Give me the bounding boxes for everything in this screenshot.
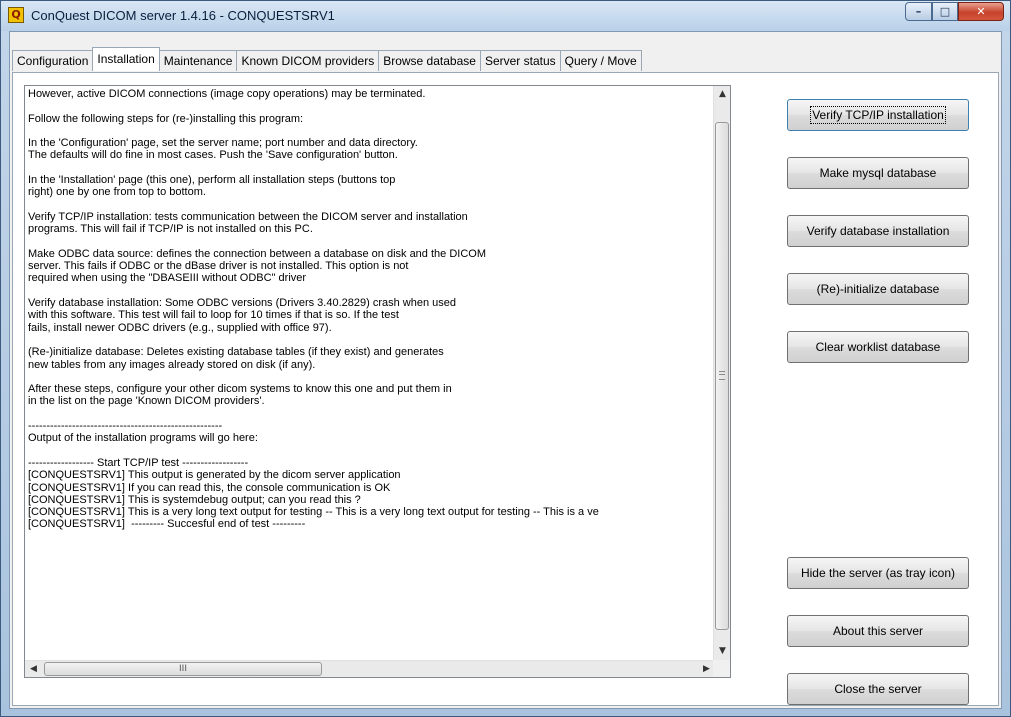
vertical-scroll-thumb[interactable] (715, 122, 729, 630)
installation-log-textarea[interactable]: However, active DICOM connections (image… (24, 85, 731, 678)
scroll-left-arrow-icon[interactable]: ◀ (25, 661, 42, 677)
title-bar[interactable]: Q ConQuest DICOM server 1.4.16 - CONQUES… (1, 1, 1010, 31)
tab-configuration[interactable]: Configuration (12, 50, 94, 71)
installation-log-text[interactable]: However, active DICOM connections (image… (28, 88, 706, 660)
scroll-up-arrow-icon[interactable]: ▲ (714, 86, 730, 103)
client-area: Configuration Installation Maintenance K… (9, 31, 1002, 709)
scroll-down-arrow-icon[interactable]: ▼ (714, 643, 730, 660)
verify-tcpip-button[interactable]: Verify TCP/IP installation (787, 99, 969, 131)
make-mysql-database-button[interactable]: Make mysql database (787, 157, 969, 189)
tab-browse-database[interactable]: Browse database (378, 50, 481, 71)
conquest-app-icon[interactable]: Q (8, 7, 24, 23)
hide-server-button[interactable]: Hide the server (as tray icon) (787, 557, 969, 589)
tab-query-move[interactable]: Query / Move (559, 50, 642, 71)
installation-page: However, active DICOM connections (image… (12, 72, 999, 706)
verify-database-installation-button[interactable]: Verify database installation (787, 215, 969, 247)
close-server-button[interactable]: Close the server (787, 673, 969, 705)
verify-tcpip-label: Verify TCP/IP installation (810, 106, 946, 124)
tab-known-dicom-providers[interactable]: Known DICOM providers (236, 50, 380, 71)
window-title: ConQuest DICOM server 1.4.16 - CONQUESTS… (31, 8, 335, 23)
close-window-button[interactable]: ✕ (958, 2, 1004, 21)
reinitialize-database-button[interactable]: (Re)-initialize database (787, 273, 969, 305)
about-server-button[interactable]: About this server (787, 615, 969, 647)
horizontal-scroll-thumb[interactable]: III (44, 662, 322, 676)
scroll-grip-icon (719, 371, 725, 380)
minimize-button[interactable]: – (905, 2, 932, 21)
tab-strip: Configuration Installation Maintenance K… (12, 47, 642, 72)
horizontal-scrollbar[interactable]: ◀ III ▶ (25, 660, 715, 677)
tab-server-status[interactable]: Server status (479, 50, 561, 71)
window-controls: – □ ✕ (905, 2, 1004, 22)
scrollbar-corner (713, 660, 730, 677)
tab-installation[interactable]: Installation (92, 47, 160, 71)
vertical-scrollbar[interactable]: ▲ ▼ (713, 86, 730, 660)
app-window: Q ConQuest DICOM server 1.4.16 - CONQUES… (0, 0, 1011, 717)
maximize-button[interactable]: □ (932, 2, 958, 21)
tab-maintenance[interactable]: Maintenance (158, 50, 238, 71)
clear-worklist-database-button[interactable]: Clear worklist database (787, 331, 969, 363)
